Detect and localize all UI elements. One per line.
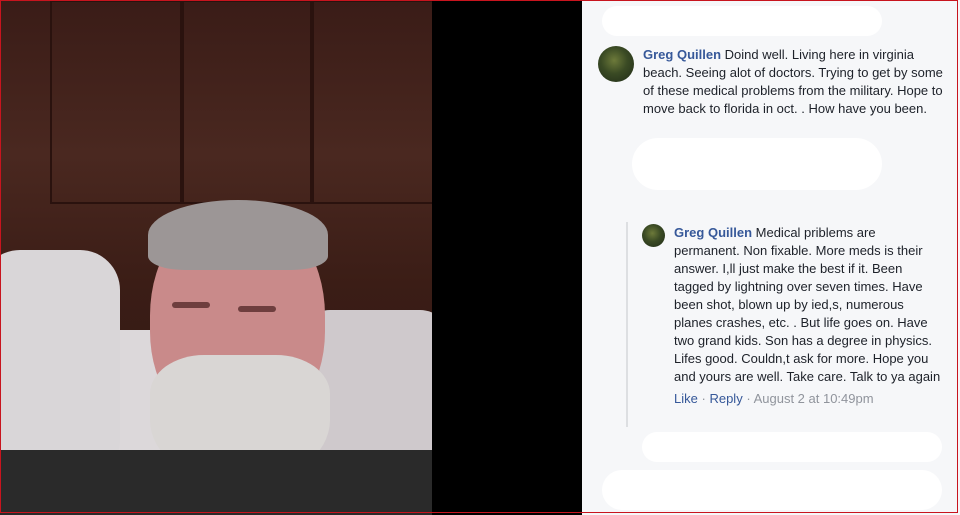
separator: · xyxy=(746,391,751,406)
comment-author[interactable]: Greg Quillen xyxy=(674,225,752,240)
redacted-area xyxy=(602,470,942,510)
selfie-photo xyxy=(0,0,582,515)
reply-link[interactable]: Reply xyxy=(709,391,742,406)
wall-panel xyxy=(180,0,314,204)
eye xyxy=(172,302,210,308)
like-link[interactable]: Like xyxy=(674,391,698,406)
comment-body: Greg Quillen Medical priblems are perman… xyxy=(674,224,944,408)
avatar[interactable] xyxy=(642,224,665,247)
redacted-area xyxy=(642,432,942,462)
shirt xyxy=(0,450,432,515)
photo-scene xyxy=(0,0,432,515)
reply-comment: Greg Quillen Medical priblems are perman… xyxy=(642,224,952,408)
redacted-area xyxy=(632,138,882,190)
comment-text: Medical priblems are permanent. Non fixa… xyxy=(674,225,941,384)
wall-panel xyxy=(310,0,432,204)
comment-body: Greg Quillen Doind well. Living here in … xyxy=(643,46,948,118)
comment-actions: Like · Reply · August 2 at 10:49pm xyxy=(674,390,944,408)
pillow xyxy=(0,250,120,480)
eye xyxy=(238,306,276,312)
comment: Greg Quillen Doind well. Living here in … xyxy=(598,46,950,118)
comment-content: Greg Quillen Medical priblems are perman… xyxy=(674,224,944,386)
hair xyxy=(148,200,328,270)
avatar[interactable] xyxy=(598,46,634,82)
separator: · xyxy=(701,391,706,406)
wall-panel xyxy=(50,0,184,204)
comment-author[interactable]: Greg Quillen xyxy=(643,47,721,62)
redacted-area xyxy=(602,6,882,36)
reply-thread-line xyxy=(626,222,628,427)
comment-timestamp[interactable]: August 2 at 10:49pm xyxy=(754,391,874,406)
